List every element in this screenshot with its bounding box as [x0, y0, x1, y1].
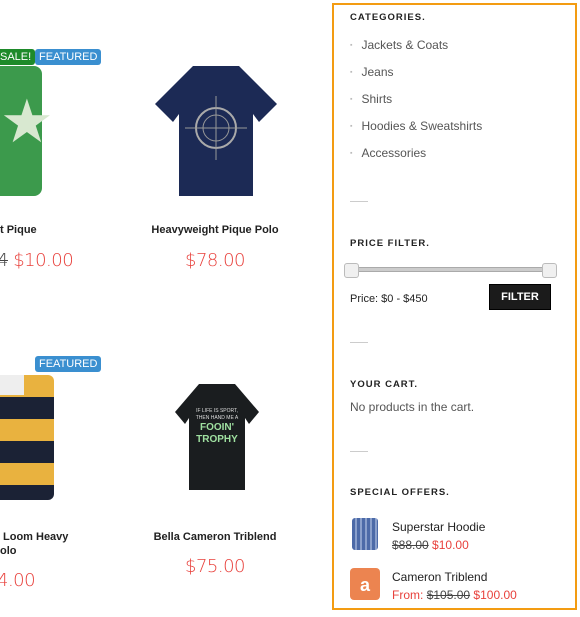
- svg-text:FOOIN': FOOIN': [200, 422, 234, 433]
- price-range-label: Price: $0 - $450: [350, 293, 428, 305]
- category-link[interactable]: Shirts: [350, 92, 392, 106]
- svg-text:TROPHY: TROPHY: [196, 434, 238, 445]
- offer-name[interactable]: Superstar Hoodie: [392, 520, 485, 534]
- category-link[interactable]: Accessories: [350, 146, 426, 160]
- offer-name[interactable]: Cameron Triblend: [392, 570, 487, 584]
- offer-price: $88.00 $10.00: [392, 538, 469, 552]
- offer-thumbnail[interactable]: [352, 518, 378, 550]
- category-link[interactable]: Jackets & Coats: [350, 38, 448, 52]
- product-name[interactable]: olo: [0, 545, 17, 557]
- product-price: $75.00: [185, 556, 245, 577]
- svg-text:IF LIFE IS SPORT,: IF LIFE IS SPORT,: [196, 408, 238, 414]
- star-print-icon: ★: [0, 88, 54, 155]
- price-slider-min-handle[interactable]: [344, 263, 359, 278]
- offer-thumbnail[interactable]: a: [350, 568, 380, 600]
- product-price: $78.00: [185, 250, 245, 271]
- featured-badge: FEATURED: [35, 49, 102, 65]
- product-price: 4.00: [0, 570, 36, 591]
- offers-title: SPECIAL OFFERS.: [350, 487, 450, 498]
- product-price: 4 $10.00: [0, 250, 74, 271]
- categories-title: CATEGORIES.: [350, 12, 426, 23]
- product-name[interactable]: Heavyweight Pique Polo: [140, 224, 290, 236]
- category-link[interactable]: Hoodies & Sweatshirts: [350, 119, 482, 133]
- product-image[interactable]: [153, 64, 279, 198]
- collar: [0, 375, 24, 395]
- product-name[interactable]: t Pique: [0, 224, 37, 236]
- category-link[interactable]: Jeans: [350, 65, 393, 79]
- product-name[interactable]: Bella Cameron Triblend: [140, 531, 290, 543]
- filter-button[interactable]: FILTER: [489, 284, 551, 310]
- divider: [350, 451, 368, 452]
- offer-price: From: $105.00 $100.00: [392, 588, 517, 602]
- svg-text:THEN HAND ME A: THEN HAND ME A: [196, 415, 239, 421]
- cart-empty-message: No products in the cart.: [350, 400, 475, 414]
- price-slider-track[interactable]: [348, 267, 550, 272]
- price-slider-max-handle[interactable]: [542, 263, 557, 278]
- sale-badge: SALE!: [0, 49, 36, 65]
- divider: [350, 201, 368, 202]
- cart-title: YOUR CART.: [350, 379, 419, 390]
- price-filter-title: PRICE FILTER.: [350, 238, 430, 249]
- product-image[interactable]: IF LIFE IS SPORT, THEN HAND ME A FOOIN' TRO…: [175, 382, 259, 492]
- product-name[interactable]: Loom Heavy: [3, 531, 68, 543]
- divider: [350, 342, 368, 343]
- sidebar: CATEGORIES. Jackets & Coats Jeans Shirts…: [332, 3, 577, 610]
- featured-badge: FEATURED: [35, 356, 102, 372]
